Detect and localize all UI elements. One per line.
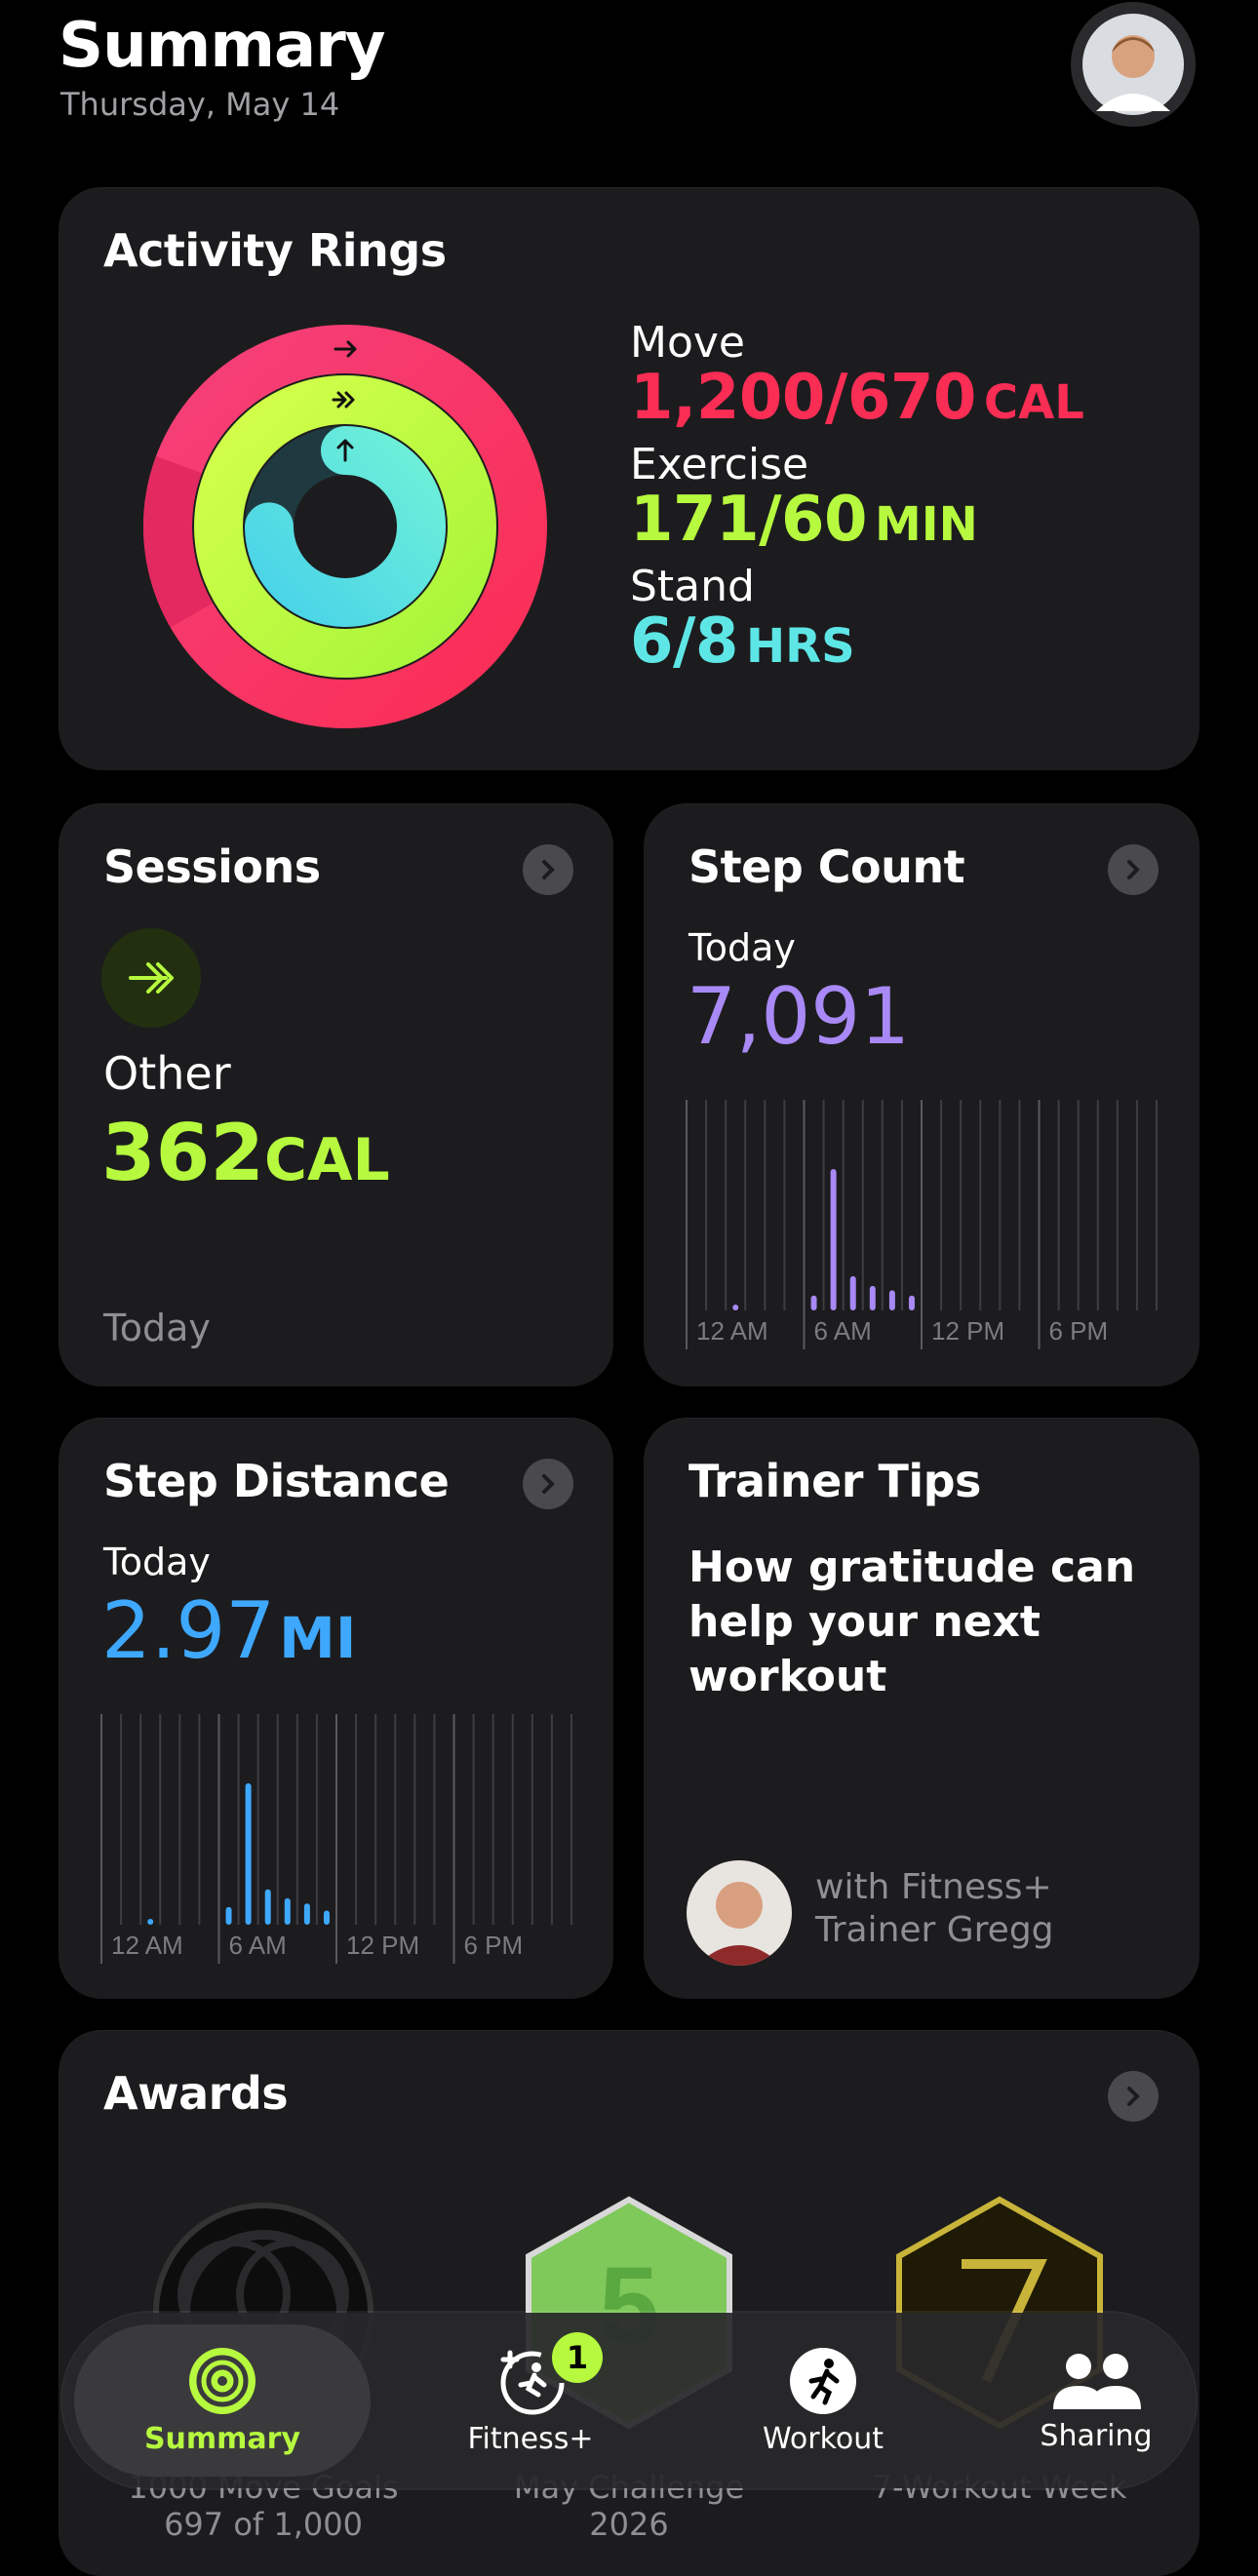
stand-value: 6/8 <box>630 605 738 678</box>
tab-sharing-label: Sharing <box>1040 2418 1153 2453</box>
session-footer: Today <box>103 1307 211 1349</box>
sessions-title: Sessions <box>103 840 321 893</box>
chevron-right-icon <box>542 1474 555 1494</box>
bar-11:00 <box>323 1910 330 1925</box>
double-chevron-icon <box>101 928 201 1028</box>
tab-fitness-label: Fitness+ <box>467 2421 594 2456</box>
bar-9:00 <box>869 1285 876 1310</box>
bar-10:00 <box>303 1903 310 1925</box>
step-distance-chevron-button[interactable] <box>523 1459 573 1509</box>
profile-photo-icon <box>1082 14 1184 115</box>
exercise-value: 171/60 <box>630 484 868 556</box>
trainer-tips-headline: How gratitude can help your next workout <box>688 1542 1136 1701</box>
fitness-badge: 1 <box>552 2332 603 2383</box>
stand-unit: HRS <box>745 619 855 674</box>
awards-card[interactable]: Awards 5 1000 Move Goals 697 of 1,000 Ma… <box>59 2030 1199 2576</box>
x-tick-label: 6 PM <box>1049 1316 1109 1346</box>
tab-sharing[interactable]: Sharing <box>979 2324 1213 2477</box>
bar-2:00 <box>732 1305 739 1310</box>
step-distance-period: Today <box>103 1541 211 1583</box>
x-tick-label: 12 PM <box>931 1316 1004 1346</box>
step-distance-chart: 12 AM 6 AM 12 PM 6 PM <box>100 1714 572 1964</box>
award-detail-1: 697 of 1,000 <box>164 2506 363 2543</box>
awards-chevron-button[interactable] <box>1108 2071 1159 2122</box>
chevron-right-icon <box>1127 860 1140 879</box>
session-calories-unit: CAL <box>264 1126 390 1194</box>
activity-rings-title: Activity Rings <box>103 224 447 277</box>
trainer-tips-title: Trainer Tips <box>688 1455 981 1507</box>
bar-8:00 <box>264 1889 271 1925</box>
bar-2:00 <box>147 1919 154 1925</box>
running-figure-icon <box>790 2347 856 2414</box>
step-count-value: 7,091 <box>687 971 911 1062</box>
activity-rings-card[interactable]: Activity Rings Move 1,200/670 CAL Exerci… <box>59 187 1199 770</box>
stand-label: Stand <box>630 562 755 611</box>
step-count-chevron-button[interactable] <box>1108 844 1159 895</box>
bar-11:00 <box>908 1295 915 1310</box>
page-title: Summary <box>59 10 385 82</box>
page-date: Thursday, May 14 <box>60 86 340 123</box>
tab-fitness[interactable]: Fitness+ 1 <box>413 2324 648 2477</box>
step-count-card[interactable]: Step Count Today 7,091 12 AM 6 AM 12 PM 6 P… <box>644 803 1199 1386</box>
bar-8:00 <box>849 1275 856 1310</box>
bar-9:00 <box>284 1897 291 1925</box>
people-icon <box>1053 2353 1141 2409</box>
x-tick-label: 6 AM <box>229 1931 287 1960</box>
bar-6:00 <box>225 1906 232 1925</box>
trainer-avatar <box>687 1860 792 1966</box>
step-distance-value: 2.97 <box>101 1585 276 1676</box>
chevron-right-icon <box>542 860 555 879</box>
trainer-line2: Trainer Gregg <box>815 1910 1054 1950</box>
award-detail-2: 2026 <box>589 2506 669 2543</box>
tab-summary-label: Summary <box>143 2421 301 2456</box>
step-count-period: Today <box>688 926 796 969</box>
awards-title: Awards <box>103 2067 289 2120</box>
x-tick-label: 6 AM <box>814 1316 872 1346</box>
move-unit: CAL <box>983 375 1084 430</box>
session-calories-value: 362 <box>101 1108 264 1198</box>
exercise-unit: MIN <box>875 497 978 552</box>
trainer-tips-card[interactable]: Trainer Tips How gratitude can help your… <box>644 1418 1199 1999</box>
bar-6:00 <box>810 1295 817 1310</box>
activity-rings-graphic <box>142 325 547 728</box>
chevron-right-icon <box>1127 2087 1140 2106</box>
tab-workout-label: Workout <box>762 2421 885 2456</box>
exercise-label: Exercise <box>630 440 809 489</box>
tab-summary[interactable]: Summary <box>74 2324 371 2477</box>
session-type: Other <box>103 1047 231 1100</box>
sessions-chevron-button[interactable] <box>523 844 573 895</box>
avatar[interactable] <box>1071 2 1196 127</box>
step-count-title: Step Count <box>688 840 965 893</box>
x-tick-label: 6 PM <box>464 1931 524 1960</box>
sessions-card[interactable]: Sessions Other 362CAL Today <box>59 803 613 1386</box>
trainer-line1: with Fitness+ <box>815 1867 1052 1907</box>
bar-10:00 <box>888 1290 895 1310</box>
x-tick-label: 12 PM <box>346 1931 419 1960</box>
move-value: 1,200/670 <box>630 362 976 434</box>
step-count-chart: 12 AM 6 AM 12 PM 6 PM <box>686 1100 1158 1349</box>
move-label: Move <box>630 318 745 368</box>
tab-bar: Summary Fitness+ 1 Workout Sharing <box>62 2313 1196 2488</box>
step-distance-unit: MI <box>279 1605 357 1671</box>
trainer-photo-icon <box>696 1882 782 1966</box>
activity-rings-tab-icon <box>189 2347 256 2414</box>
step-distance-card[interactable]: Step Distance Today 2.97MI 12 AM 6 AM 12 P… <box>59 1418 613 1999</box>
tab-workout[interactable]: Workout <box>706 2324 940 2477</box>
x-tick-label: 12 AM <box>696 1316 768 1346</box>
step-distance-title: Step Distance <box>103 1455 450 1507</box>
x-tick-label: 12 AM <box>111 1931 183 1960</box>
bar-7:00 <box>830 1169 837 1310</box>
bar-7:00 <box>245 1783 252 1925</box>
